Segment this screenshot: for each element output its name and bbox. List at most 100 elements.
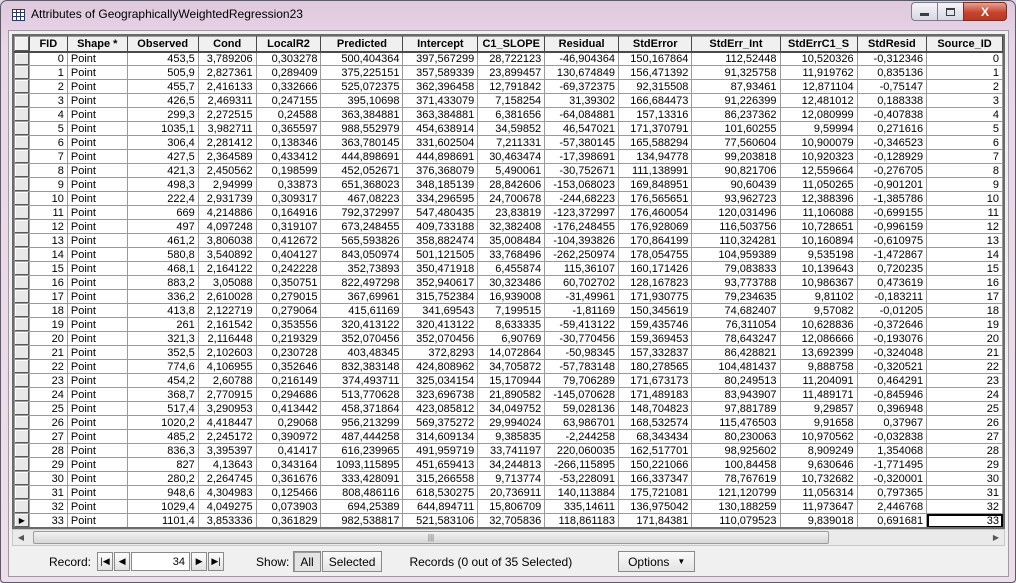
table-cell[interactable]: Point: [66, 149, 128, 164]
table-cell[interactable]: 0,188338: [856, 93, 928, 108]
table-cell[interactable]: 485,2: [126, 429, 199, 444]
row-selector[interactable]: [14, 443, 30, 458]
table-cell[interactable]: Point: [66, 233, 128, 248]
table-cell[interactable]: 694,25389: [320, 499, 404, 514]
table-cell[interactable]: 11,050265: [779, 177, 858, 192]
table-cell[interactable]: 150,221066: [617, 457, 693, 472]
table-cell[interactable]: -1,81169: [544, 303, 619, 318]
row-selector[interactable]: [14, 387, 30, 402]
table-row[interactable]: 27 Point 485,2 2,245172 0,390972 487,444258 31…: [14, 429, 1003, 444]
table-cell[interactable]: 651,368023: [320, 177, 404, 192]
table-cell[interactable]: Point: [66, 247, 128, 262]
table-cell[interactable]: 23,899457: [477, 65, 546, 80]
show-selected-button[interactable]: Selected: [321, 551, 383, 572]
table-cell[interactable]: 101,60255: [691, 121, 781, 136]
table-row[interactable]: 1 Point 505,9 2,827361 0,289409 375,225151 357…: [14, 65, 1003, 80]
table-cell[interactable]: 454,638914: [402, 121, 479, 136]
table-cell[interactable]: 11,973647: [779, 499, 858, 514]
table-cell[interactable]: 836,3: [126, 443, 199, 458]
table-row[interactable]: 20 Point 321,3 2,116448 0,219329 352,070456 35…: [14, 331, 1003, 346]
table-cell[interactable]: Point: [66, 177, 128, 192]
table-cell[interactable]: 220,060035: [544, 443, 619, 458]
table-cell[interactable]: -0,032838: [856, 429, 928, 444]
table-cell[interactable]: 314,609134: [402, 429, 479, 444]
table-cell[interactable]: 9,59994: [779, 121, 858, 136]
table-cell[interactable]: 110,324281: [691, 233, 781, 248]
table-cell[interactable]: 325,034154: [402, 373, 479, 388]
table-cell[interactable]: 352,070456: [320, 331, 404, 346]
table-cell[interactable]: 222,4: [126, 191, 199, 206]
table-cell[interactable]: 90,60439: [691, 177, 781, 192]
table-cell[interactable]: 2,281412: [197, 135, 257, 150]
table-cell[interactable]: 7: [926, 149, 1003, 164]
row-selector[interactable]: [14, 359, 30, 374]
table-cell[interactable]: 3: [926, 93, 1003, 108]
table-cell[interactable]: 31: [28, 485, 68, 500]
table-cell[interactable]: 0,198599: [255, 163, 322, 178]
table-cell[interactable]: -0,01205: [856, 303, 928, 318]
table-cell[interactable]: 497: [126, 219, 199, 234]
table-cell[interactable]: 0,412672: [255, 233, 322, 248]
table-cell[interactable]: 0,271616: [856, 121, 928, 136]
table-row[interactable]: 2 Point 455,7 2,416133 0,332666 525,072375 362…: [14, 79, 1003, 94]
table-cell[interactable]: 171,489183: [617, 387, 693, 402]
table-cell[interactable]: 0,353556: [255, 317, 322, 332]
table-cell[interactable]: 23: [926, 373, 1003, 388]
table-cell[interactable]: 28: [926, 443, 1003, 458]
table-cell[interactable]: 3,395397: [197, 443, 257, 458]
table-cell[interactable]: 176,928069: [617, 219, 693, 234]
table-row[interactable]: 21 Point 352,5 2,102603 0,230728 403,48345 372…: [14, 345, 1003, 360]
table-cell[interactable]: 78,767619: [691, 471, 781, 486]
table-cell[interactable]: 17: [926, 289, 1003, 304]
table-cell[interactable]: 315,752384: [402, 289, 479, 304]
table-cell[interactable]: 4: [926, 107, 1003, 122]
table-cell[interactable]: 352,5: [126, 345, 199, 360]
row-selector[interactable]: [14, 219, 30, 234]
table-cell[interactable]: 468,1: [126, 261, 199, 276]
table-cell[interactable]: 176,565651: [617, 191, 693, 206]
table-cell[interactable]: -1,771495: [856, 457, 928, 472]
table-cell[interactable]: 171,84381: [617, 513, 693, 527]
table-cell[interactable]: -0,845946: [856, 387, 928, 402]
table-cell[interactable]: 395,10698: [320, 93, 404, 108]
table-cell[interactable]: 93,962723: [691, 191, 781, 206]
table-cell[interactable]: 10,628836: [779, 317, 858, 332]
row-selector[interactable]: [14, 135, 30, 150]
table-cell[interactable]: 148,704823: [617, 401, 693, 416]
table-cell[interactable]: -176,248455: [544, 219, 619, 234]
table-cell[interactable]: 0,29068: [255, 415, 322, 430]
table-cell[interactable]: 11,106088: [779, 205, 858, 220]
table-cell[interactable]: 500,404364: [320, 51, 404, 66]
table-cell[interactable]: 98,925602: [691, 443, 781, 458]
table-cell[interactable]: 171,673173: [617, 373, 693, 388]
table-cell[interactable]: Point: [66, 513, 128, 527]
row-selector[interactable]: [14, 275, 30, 290]
table-cell[interactable]: 363,780145: [320, 135, 404, 150]
table-cell[interactable]: 2,264745: [197, 471, 257, 486]
table-row[interactable]: 0 Point 453,5 3,789206 0,303278 500,404364 397…: [14, 51, 1003, 66]
table-cell[interactable]: 112,52448: [691, 51, 781, 66]
table-cell[interactable]: 982,538817: [320, 513, 404, 527]
table-cell[interactable]: 0,361676: [255, 471, 322, 486]
table-cell[interactable]: -30,770456: [544, 331, 619, 346]
table-cell[interactable]: 12: [28, 219, 68, 234]
table-cell[interactable]: -46,904364: [544, 51, 619, 66]
table-cell[interactable]: 0,691681: [856, 513, 928, 527]
table-cell[interactable]: 16: [926, 275, 1003, 290]
table-cell[interactable]: 26: [926, 415, 1003, 430]
row-selector[interactable]: [14, 331, 30, 346]
row-selector[interactable]: [14, 317, 30, 332]
table-cell[interactable]: 333,428091: [320, 471, 404, 486]
table-cell[interactable]: 8,909249: [779, 443, 858, 458]
table-cell[interactable]: 505,9: [126, 65, 199, 80]
table-cell[interactable]: 63,986701: [544, 415, 619, 430]
table-cell[interactable]: 128,167823: [617, 275, 693, 290]
table-cell[interactable]: 130,188259: [691, 499, 781, 514]
table-cell[interactable]: 2,416133: [197, 79, 257, 94]
table-cell[interactable]: 99,203818: [691, 149, 781, 164]
scroll-right-arrow-icon[interactable]: ▶: [988, 530, 1004, 545]
table-cell[interactable]: 9,888758: [779, 359, 858, 374]
table-cell[interactable]: 3,982711: [197, 121, 257, 136]
table-cell[interactable]: 34,59852: [477, 121, 546, 136]
table-cell[interactable]: 11,056314: [779, 485, 858, 500]
